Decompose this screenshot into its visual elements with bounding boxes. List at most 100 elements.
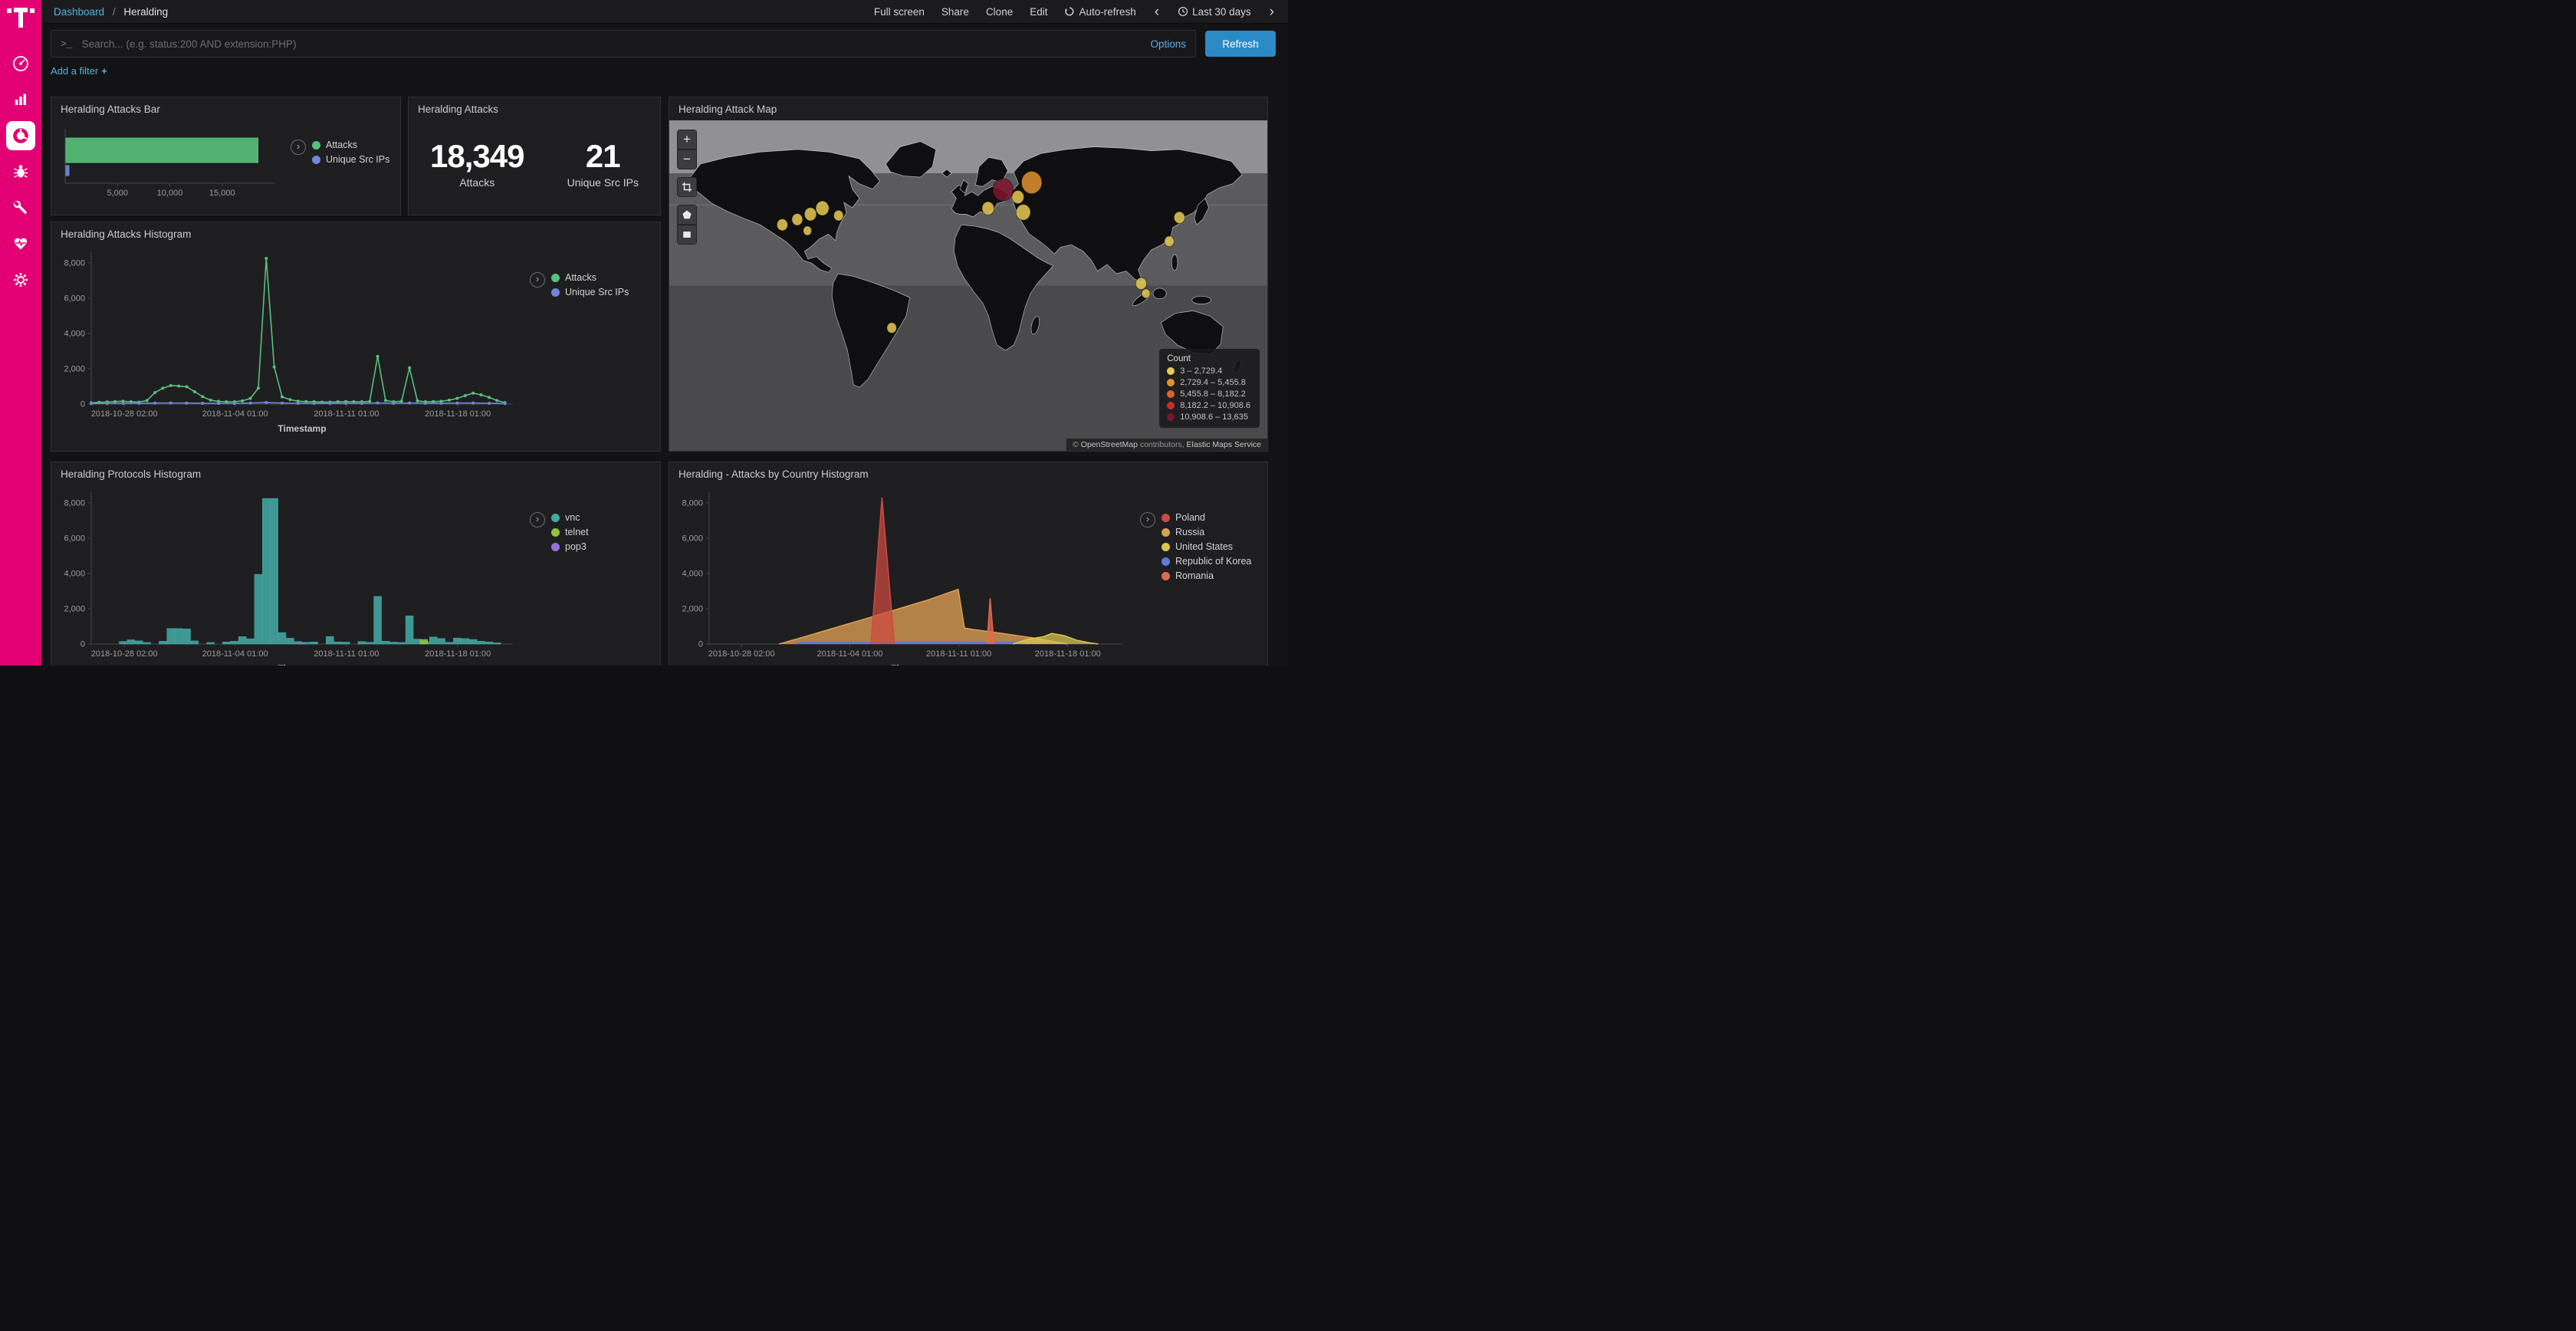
telekom-logo[interactable]: [7, 8, 34, 28]
map-rectangle-tool-button[interactable]: [677, 225, 697, 245]
map-attack-circle[interactable]: [792, 214, 803, 226]
attacks-histogram-chart[interactable]: 02,0004,0006,0008,0002018-10-28 02:00201…: [53, 245, 522, 438]
metric-label: Unique Src IPs: [567, 176, 639, 189]
auto-refresh-button[interactable]: Auto-refresh: [1064, 6, 1135, 18]
svg-text:15,000: 15,000: [209, 189, 235, 198]
sidebar-item-dashboards-active[interactable]: [6, 121, 35, 150]
legend-item[interactable]: Attacks: [551, 272, 629, 283]
share-button[interactable]: Share: [941, 6, 969, 18]
map-legend-row[interactable]: 5,455.8 – 8,182.2: [1167, 389, 1250, 399]
map-attack-circle[interactable]: [993, 179, 1014, 201]
search-input[interactable]: [80, 38, 1143, 51]
legend-dot: [1162, 543, 1170, 551]
map-attack-circle[interactable]: [1174, 212, 1184, 224]
svg-text:6,000: 6,000: [682, 534, 703, 543]
map-attack-circle[interactable]: [1021, 171, 1042, 193]
options-link[interactable]: Options: [1150, 38, 1186, 50]
svg-text:2018-11-11 01:00: 2018-11-11 01:00: [926, 649, 991, 659]
sidebar-item-tools[interactable]: [6, 193, 35, 222]
sidebar-item-charts[interactable]: [6, 85, 35, 114]
legend-item[interactable]: Romania: [1162, 570, 1251, 581]
svg-text:2,000: 2,000: [682, 604, 703, 613]
map-crop-tool-button[interactable]: [677, 177, 697, 197]
legend-label: Unique Src IPs: [326, 154, 389, 165]
sidebar-item-settings[interactable]: [6, 265, 35, 294]
legend-collapse-button[interactable]: ›: [1140, 512, 1155, 527]
breadcrumb: Dashboard / Heralding: [54, 6, 168, 18]
sidebar-item-health[interactable]: [6, 229, 35, 258]
sidebar-item-attacks[interactable]: [6, 157, 35, 186]
map-legend-dot: [1167, 390, 1175, 398]
dashboard-grid: Heralding Attacks Bar 5,00010,00015,000 …: [41, 80, 1288, 666]
legend-item[interactable]: Poland: [1162, 512, 1251, 523]
map-attack-circle[interactable]: [982, 202, 994, 215]
refresh-button[interactable]: Refresh: [1205, 31, 1276, 57]
clone-button[interactable]: Clone: [986, 6, 1013, 18]
openstreetmap-link[interactable]: OpenStreetMap: [1081, 440, 1138, 449]
protocols-histogram-chart[interactable]: 02,0004,0006,0008,0002018-10-28 02:00201…: [53, 485, 522, 666]
legend-collapse-button[interactable]: ›: [530, 272, 545, 288]
legend-item[interactable]: United States: [1162, 541, 1251, 552]
map-polygon-tool-button[interactable]: [677, 205, 697, 225]
breadcrumb-separator: /: [113, 6, 116, 18]
map-attack-circle[interactable]: [803, 226, 812, 235]
map-attack-circle[interactable]: [816, 201, 829, 215]
crop-icon: [682, 182, 692, 192]
full-screen-button[interactable]: Full screen: [874, 6, 925, 18]
map-legend-rows: 3 – 2,729.4 2,729.4 – 5,455.8 5,455.8 – 8,…: [1167, 366, 1250, 422]
map-zoom-out-button[interactable]: −: [677, 150, 697, 169]
world-map[interactable]: + −: [669, 120, 1267, 451]
legend-item[interactable]: Unique Src IPs: [312, 154, 389, 165]
breadcrumb-dashboard-link[interactable]: Dashboard: [54, 6, 104, 18]
legend-item[interactable]: Russia: [1162, 527, 1251, 537]
polygon-icon: [682, 209, 692, 220]
map-attack-circle[interactable]: [1016, 204, 1030, 220]
country-histogram-chart[interactable]: 02,0004,0006,0008,0002018-10-28 02:00201…: [671, 485, 1131, 666]
svg-text:2018-11-04 01:00: 2018-11-04 01:00: [817, 649, 883, 659]
map-attack-circle[interactable]: [777, 219, 787, 231]
map-legend-row[interactable]: 10,908.6 – 13,635: [1167, 412, 1250, 422]
edit-button[interactable]: Edit: [1030, 6, 1047, 18]
svg-text:2018-11-18 01:00: 2018-11-18 01:00: [1035, 649, 1101, 659]
attacks-bar-chart[interactable]: 5,00010,00015,000: [58, 124, 284, 205]
map-attack-circle[interactable]: [834, 210, 843, 221]
map-zoom-in-button[interactable]: +: [677, 130, 697, 150]
legend-item[interactable]: telnet: [551, 527, 589, 537]
time-back-button[interactable]: ‹: [1153, 5, 1161, 19]
map-attack-circle[interactable]: [1012, 190, 1024, 203]
attacks-histogram-legend: › Attacks Unique Src IPs: [530, 272, 629, 297]
elastic-maps-service-link[interactable]: Elastic Maps Service: [1187, 440, 1261, 449]
legend-collapse-button[interactable]: ›: [291, 140, 306, 155]
metric-group: 18,349 Attacks 21 Unique Src IPs: [409, 118, 660, 189]
map-legend-row[interactable]: 8,182.2 – 10,908.6: [1167, 401, 1250, 410]
legend-label: pop3: [565, 541, 586, 552]
time-forward-button[interactable]: ›: [1268, 5, 1276, 19]
legend-collapse-button[interactable]: ›: [530, 512, 545, 527]
legend-item[interactable]: Republic of Korea: [1162, 556, 1251, 567]
add-filter-link[interactable]: Add a filter+: [51, 65, 107, 77]
legend-dot: [551, 543, 560, 551]
legend-item[interactable]: vnc: [551, 512, 589, 523]
map-attack-circle[interactable]: [1135, 278, 1146, 290]
map-attack-circle[interactable]: [1142, 289, 1150, 298]
sidebar-item-gauge[interactable]: [6, 49, 35, 78]
metric-unique-src-ips: 21 Unique Src IPs: [567, 138, 639, 189]
map-attack-circle[interactable]: [804, 208, 816, 221]
legend-item[interactable]: Attacks: [312, 140, 389, 150]
top-navbar: Dashboard / Heralding Full screen Share …: [41, 0, 1288, 24]
map-legend-row[interactable]: 3 – 2,729.4: [1167, 366, 1250, 376]
main-area: Dashboard / Heralding Full screen Share …: [41, 0, 1288, 666]
map-legend-row[interactable]: 2,729.4 – 5,455.8: [1167, 378, 1250, 387]
attacks-bar-legend: › Attacks Unique Src IPs: [291, 140, 389, 165]
svg-text:2,000: 2,000: [64, 364, 85, 373]
map-attack-circle[interactable]: [1165, 236, 1174, 247]
map-attack-circle[interactable]: [887, 323, 896, 334]
legend-label: vnc: [565, 512, 580, 523]
svg-text:2018-11-04 01:00: 2018-11-04 01:00: [202, 649, 268, 659]
svg-text:2018-11-11 01:00: 2018-11-11 01:00: [314, 409, 379, 419]
legend-item[interactable]: pop3: [551, 541, 589, 552]
legend-item[interactable]: Unique Src IPs: [551, 287, 629, 297]
search-row: >_ Options Refresh: [41, 24, 1288, 62]
time-range-button[interactable]: Last 30 days: [1178, 6, 1251, 18]
metric-value: 21: [567, 138, 639, 175]
